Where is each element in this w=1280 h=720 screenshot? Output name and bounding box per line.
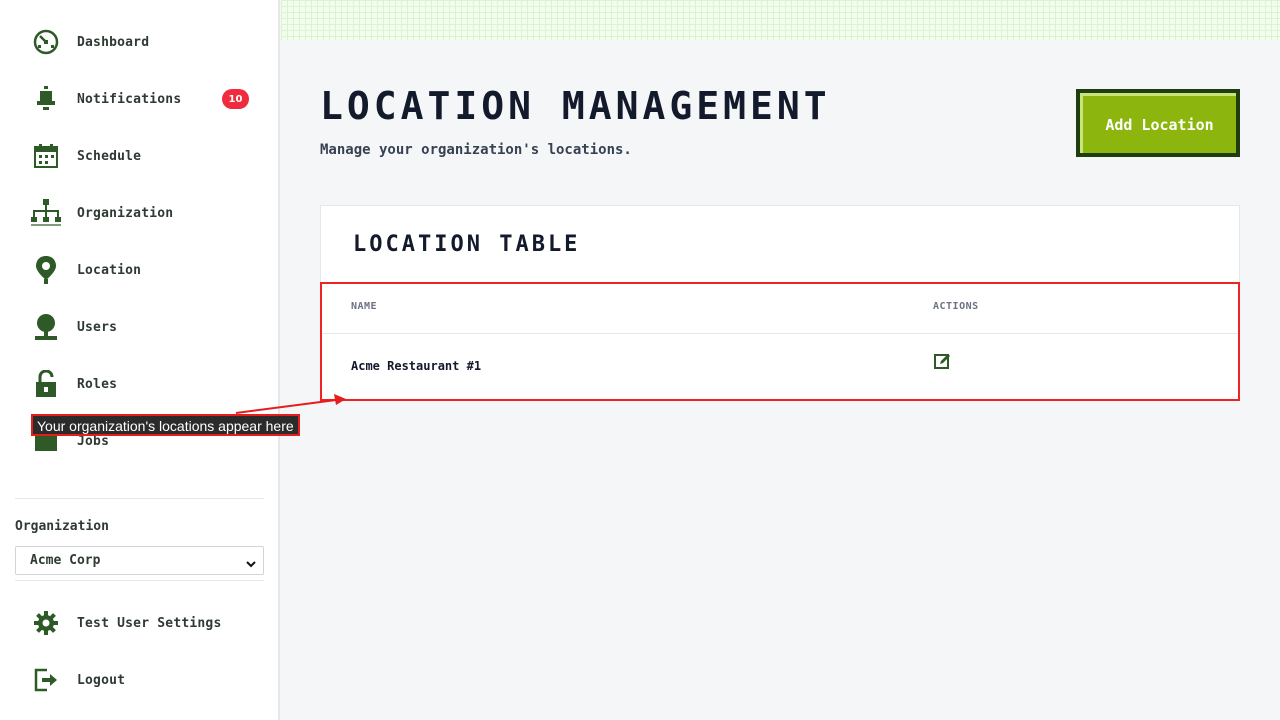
sidebar-item-label: Schedule (77, 148, 142, 164)
table-row-divider (321, 333, 1239, 334)
sidebar: Dashboard Notifications 10 Schedule Orga… (0, 0, 280, 720)
table-title: LOCATION TABLE (353, 232, 581, 257)
org-chart-icon (30, 197, 62, 229)
sidebar-item-roles[interactable]: Roles (30, 364, 260, 404)
bell-icon (30, 83, 62, 115)
organization-label: Organization (15, 519, 109, 534)
page-subtitle: Manage your organization's locations. (320, 142, 632, 158)
sidebar-item-location[interactable]: Location (30, 250, 260, 290)
sidebar-divider (15, 580, 264, 581)
sidebar-item-settings[interactable]: Test User Settings (30, 603, 260, 643)
organization-select-value: Acme Corp (30, 553, 101, 568)
calendar-icon (30, 140, 62, 172)
chevron-down-icon (245, 555, 257, 574)
gear-icon (30, 607, 62, 639)
edit-location-button[interactable] (933, 353, 953, 373)
organization-select[interactable]: Acme Corp (15, 546, 264, 575)
sidebar-item-label: Users (77, 319, 118, 335)
sidebar-item-label: Test User Settings (77, 615, 222, 631)
logout-icon (30, 664, 62, 696)
add-location-button-label: Add Location (1080, 93, 1236, 153)
user-icon (30, 311, 62, 343)
sidebar-item-label: Organization (77, 205, 174, 221)
location-pin-icon (30, 254, 62, 286)
sidebar-item-label: Notifications (77, 91, 182, 107)
column-header-name: NAME (351, 301, 378, 312)
sidebar-divider (15, 498, 264, 499)
sidebar-item-logout[interactable]: Logout (30, 660, 260, 700)
table-row-name: Acme Restaurant #1 (351, 359, 482, 373)
sidebar-item-organization[interactable]: Organization (30, 193, 260, 233)
edit-icon (934, 352, 952, 374)
header-pattern-strip (281, 0, 1280, 40)
sidebar-item-more[interactable] (30, 478, 260, 492)
sidebar-item-notifications[interactable]: Notifications 10 (30, 79, 260, 119)
sidebar-item-label: Location (77, 262, 142, 278)
column-header-actions: ACTIONS (933, 301, 979, 312)
sidebar-item-schedule[interactable]: Schedule (30, 136, 260, 176)
table-divider (321, 282, 1239, 283)
annotation-callout: Your organization's locations appear her… (31, 414, 300, 436)
add-location-button[interactable]: Add Location (1076, 89, 1240, 157)
location-table-card: LOCATION TABLE NAME ACTIONS Acme Restaur… (320, 205, 1240, 400)
sidebar-item-label: Dashboard (77, 34, 150, 50)
sidebar-item-dashboard[interactable]: Dashboard (30, 22, 260, 62)
calendar-icon (30, 482, 62, 492)
lock-icon (30, 368, 62, 400)
sidebar-item-label: Roles (77, 376, 118, 392)
notification-count-badge: 10 (222, 89, 249, 109)
sidebar-item-label: Logout (77, 672, 126, 688)
page-title: LOCATION MANAGEMENT (320, 84, 831, 128)
sidebar-item-users[interactable]: Users (30, 307, 260, 347)
dashboard-icon (30, 26, 62, 58)
